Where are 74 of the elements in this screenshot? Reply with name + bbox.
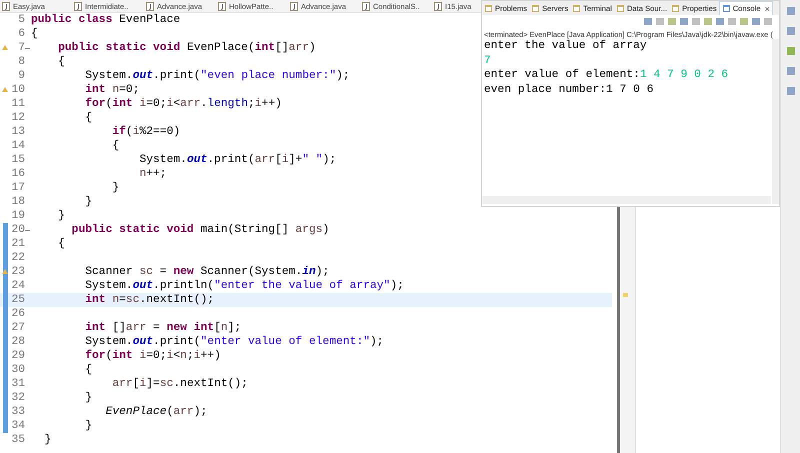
line-number: 26 (11, 308, 25, 320)
code-line: } (44, 434, 52, 446)
code-line: } (84, 196, 92, 208)
line-number: 11 (11, 98, 25, 110)
code-line: System.out.print(arr[i]+" "); (138, 154, 336, 166)
code-line: int []arr = new int[n]; (84, 322, 242, 334)
vertical-scrollbar[interactable] (772, 39, 779, 204)
line-number: 10 (11, 84, 25, 96)
line-number: 18 (11, 196, 25, 208)
line-number: 34 (11, 420, 25, 432)
view-icon (671, 4, 680, 12)
view-icon (722, 4, 731, 13)
view-icon (572, 4, 582, 12)
line-number: 28 (11, 336, 25, 348)
code-line: } (111, 182, 120, 194)
line-number: 21 (11, 238, 25, 250)
code-line: public static void main(String[] args) (70, 224, 330, 236)
code-line: EvenPlace(arr); (104, 406, 208, 418)
code-line: } (84, 420, 92, 432)
close-icon[interactable]: × (764, 4, 770, 14)
code-line: for(int i=0;i<n;i++) (84, 350, 221, 362)
code-line: Scanner sc = new Scanner(System.in); (84, 266, 330, 278)
line-number: 5 (18, 14, 25, 26)
line-number: 33 (11, 406, 25, 418)
line-number: 30 (11, 364, 25, 376)
line-number: 23 (11, 266, 25, 278)
console-line: enter value of element:1 4 7 9 0 2 6 (484, 69, 730, 83)
code-line: int n=0; (84, 84, 140, 96)
line-number: 32 (11, 392, 25, 404)
line-number: 29 (11, 350, 25, 362)
code-line: for(int i=0;i<arr.length;i++) (84, 98, 282, 110)
view-icon (484, 4, 493, 12)
code-line: { (84, 112, 92, 124)
code-line: public static void EvenPlace(int[]arr) (57, 42, 316, 54)
code-line: { (57, 238, 65, 250)
view-icon (616, 4, 625, 12)
line-number: 31 (11, 378, 25, 390)
line-number: 22 (11, 252, 25, 264)
code-line: System.out.println("enter the value of array"); (84, 280, 404, 292)
code-line: System.out.print("even place number:"); (84, 70, 350, 82)
code-line: n++; (138, 168, 167, 180)
line-number: 12 (11, 112, 25, 124)
code-line: if(i%2==0) (111, 126, 180, 138)
line-number: 25 (11, 294, 25, 306)
line-number: 17 (11, 182, 25, 194)
ruler-marker[interactable] (623, 293, 628, 297)
code-line: public class EvenPlace (31, 14, 180, 26)
line-number: 16 (11, 168, 25, 180)
line-number: 9 (18, 70, 25, 82)
code-line: { (111, 140, 120, 152)
line-number: 19 (11, 210, 25, 222)
console-line: even place number:1 7 0 6 (484, 84, 654, 98)
code-line: int n=sc.nextInt(); (84, 294, 214, 306)
line-number: 15 (11, 154, 25, 166)
line-number: 13 (11, 126, 25, 138)
line-number: 8 (18, 56, 25, 68)
code-line: arr[i]=sc.nextInt(); (111, 378, 248, 390)
line-number: 35 (11, 434, 25, 446)
view-icon (531, 4, 540, 12)
line-number: 27 (11, 322, 25, 334)
code-line: } (84, 392, 92, 404)
line-number: 14 (11, 140, 25, 152)
code-line: { (84, 364, 92, 376)
line-number: 7 (18, 42, 25, 54)
code-line: System.out.print("enter value of element:"); (84, 336, 384, 348)
code-line: { (57, 56, 65, 68)
code-line: } (57, 210, 65, 222)
code-line: { (31, 28, 38, 40)
horizontal-scrollbar[interactable] (482, 196, 771, 204)
console-line: 7 (484, 54, 492, 68)
console-line: enter the value of array (484, 40, 648, 54)
line-number: 6 (18, 28, 25, 40)
line-number: 24 (11, 280, 25, 292)
line-number: 20 (11, 224, 25, 236)
